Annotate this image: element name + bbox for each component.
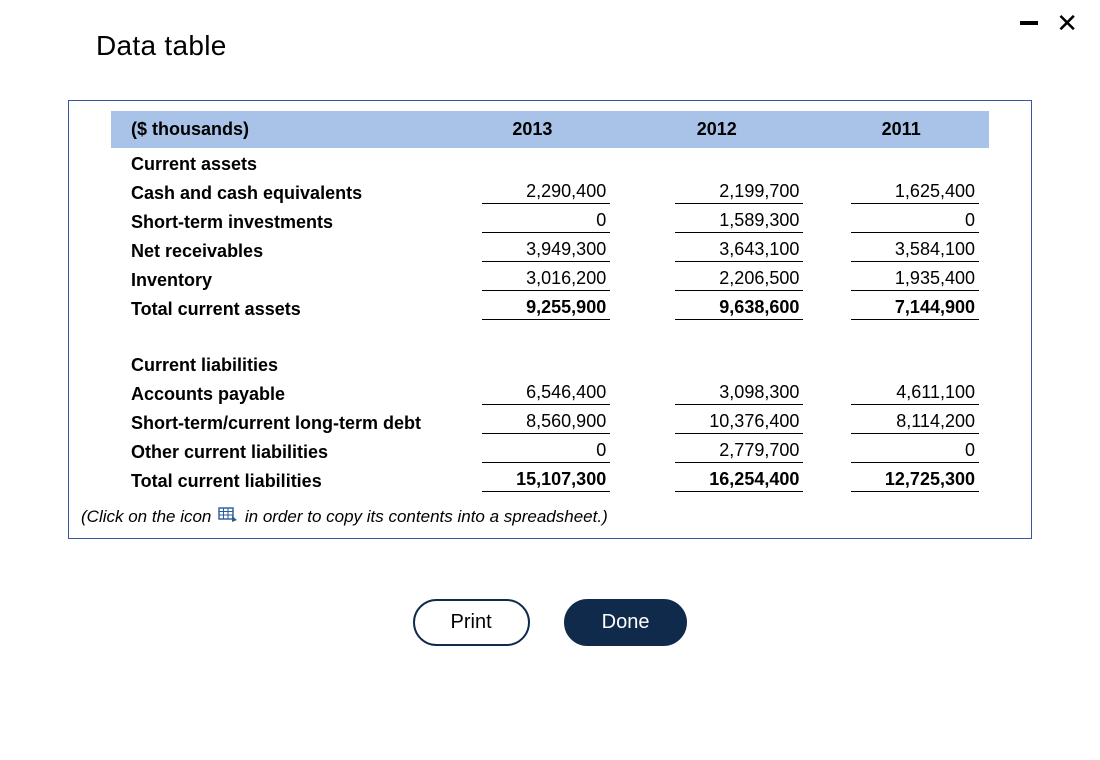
col-label: ($ thousands) — [111, 111, 445, 148]
table-header-row: ($ thousands) 2013 2012 2011 — [111, 111, 989, 148]
cell-value: 1,625,400 — [851, 181, 979, 204]
cell-value: 1,589,300 — [675, 210, 803, 233]
cell-value: 4,611,100 — [851, 382, 979, 405]
cell-total: 7,144,900 — [851, 297, 979, 320]
cell-total: 15,107,300 — [482, 469, 610, 492]
cell-value: 3,643,100 — [675, 239, 803, 262]
cell-value: 8,560,900 — [482, 411, 610, 434]
cell-total: 9,638,600 — [675, 297, 803, 320]
cell-value: 2,199,700 — [675, 181, 803, 204]
cell-value: 0 — [851, 210, 979, 233]
col-2013: 2013 — [445, 111, 621, 148]
table-row: Other current liabilities 0 2,779,700 0 — [111, 437, 989, 466]
cell-value: 2,290,400 — [482, 181, 610, 204]
section-current-liabilities: Current liabilities — [111, 349, 989, 379]
col-2012: 2012 — [620, 111, 813, 148]
financial-table: ($ thousands) 2013 2012 2011 Current ass… — [111, 111, 989, 495]
cell-total: 9,255,900 — [482, 297, 610, 320]
table-row: Short-term investments 0 1,589,300 0 — [111, 207, 989, 236]
cell-value: 3,098,300 — [675, 382, 803, 405]
table-row: Net receivables 3,949,300 3,643,100 3,58… — [111, 236, 989, 265]
cell-value: 2,206,500 — [675, 268, 803, 291]
cell-value: 1,935,400 — [851, 268, 979, 291]
page-title: Data table — [0, 0, 1100, 62]
cell-value: 3,016,200 — [482, 268, 610, 291]
table-row: Short-term/current long-term debt 8,560,… — [111, 408, 989, 437]
cell-total: 16,254,400 — [675, 469, 803, 492]
table-row: Cash and cash equivalents 2,290,400 2,19… — [111, 178, 989, 207]
cell-value: 6,546,400 — [482, 382, 610, 405]
table-row: Inventory 3,016,200 2,206,500 1,935,400 — [111, 265, 989, 294]
button-row: Print Done — [0, 599, 1100, 646]
data-table-panel: ($ thousands) 2013 2012 2011 Current ass… — [68, 100, 1032, 539]
cell-value: 0 — [851, 440, 979, 463]
print-button[interactable]: Print — [413, 599, 530, 646]
table-total-row: Total current liabilities 15,107,300 16,… — [111, 466, 989, 495]
cell-value: 0 — [482, 210, 610, 233]
cell-value: 8,114,200 — [851, 411, 979, 434]
cell-total: 12,725,300 — [851, 469, 979, 492]
section-current-assets: Current assets — [111, 148, 989, 178]
cell-value: 3,584,100 — [851, 239, 979, 262]
table-total-row: Total current assets 9,255,900 9,638,600… — [111, 294, 989, 323]
done-button[interactable]: Done — [564, 599, 688, 646]
col-2011: 2011 — [813, 111, 989, 148]
table-row: Accounts payable 6,546,400 3,098,300 4,6… — [111, 379, 989, 408]
cell-value: 3,949,300 — [482, 239, 610, 262]
copy-table-icon[interactable] — [218, 507, 238, 528]
cell-value: 10,376,400 — [675, 411, 803, 434]
copy-hint: (Click on the icon in order to copy its … — [69, 499, 1031, 538]
cell-value: 2,779,700 — [675, 440, 803, 463]
close-button[interactable]: ✕ — [1056, 14, 1078, 32]
minimize-button[interactable] — [1020, 21, 1038, 25]
cell-value: 0 — [482, 440, 610, 463]
